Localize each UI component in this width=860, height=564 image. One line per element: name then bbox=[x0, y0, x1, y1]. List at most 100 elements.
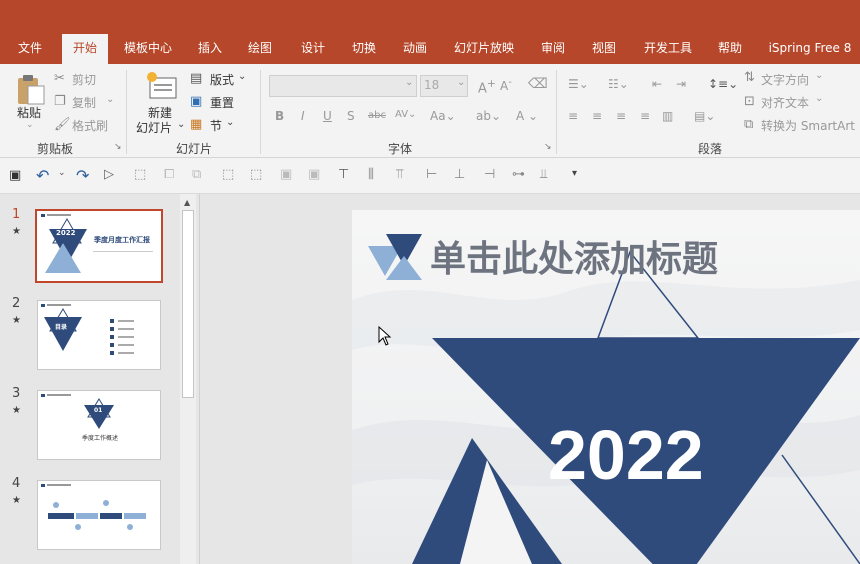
slide-thumbnail-2[interactable]: 目录 bbox=[37, 300, 161, 370]
change-case-icon[interactable]: Aa⌄ bbox=[430, 109, 456, 123]
slide-canvas[interactable]: 单击此处添加标题 2022 bbox=[352, 210, 860, 564]
layout-button[interactable]: 版式 bbox=[210, 71, 234, 88]
justify-icon[interactable]: ≡ bbox=[640, 109, 650, 123]
tab-draw[interactable]: 绘图 bbox=[240, 34, 280, 64]
underline-icon[interactable]: U bbox=[323, 109, 332, 123]
font-size-chevron-icon[interactable]: ⌄ bbox=[457, 77, 465, 88]
italic-icon[interactable]: I bbox=[301, 109, 305, 123]
slide-year[interactable]: 2022 bbox=[548, 420, 704, 490]
ungroup-icon[interactable]: ⧉ bbox=[192, 167, 201, 182]
tab-insert[interactable]: 插入 bbox=[190, 34, 230, 64]
font-color-icon[interactable]: A ⌄ bbox=[516, 109, 538, 123]
bullets-icon[interactable]: ☰⌄ bbox=[568, 77, 589, 91]
increase-indent-icon[interactable]: ⇥ bbox=[676, 77, 686, 91]
tab-home[interactable]: 开始 bbox=[62, 34, 108, 64]
font-name-combobox[interactable] bbox=[269, 75, 417, 97]
align-text-button[interactable]: 对齐文本 bbox=[761, 94, 809, 111]
tab-developer[interactable]: 开发工具 bbox=[636, 34, 700, 64]
thumbnail-label: 01 bbox=[94, 407, 103, 414]
bold-icon[interactable]: B bbox=[275, 109, 284, 123]
customize-qat-icon[interactable]: ▾ bbox=[572, 168, 577, 179]
smartart-button[interactable]: 转换为 SmartArt bbox=[761, 117, 855, 134]
line-spacing-icon[interactable]: ↕≡⌄ bbox=[708, 77, 738, 91]
copy-button[interactable]: 复制 bbox=[72, 94, 96, 111]
font-launcher-icon[interactable]: ↘ bbox=[544, 142, 552, 152]
section-button[interactable]: 节 bbox=[210, 117, 222, 134]
font-size-value: 18 bbox=[424, 78, 440, 92]
scroll-thumb[interactable] bbox=[182, 210, 194, 398]
scroll-up-icon[interactable]: ▲ bbox=[184, 198, 190, 207]
send-backward-icon[interactable]: ▣ bbox=[308, 167, 320, 182]
decrease-font-icon[interactable]: A- bbox=[500, 77, 512, 93]
align-text-chevron-icon[interactable]: ⌄ bbox=[815, 93, 823, 104]
start-from-beginning-icon[interactable]: ▷ bbox=[104, 167, 114, 182]
decrease-indent-icon[interactable]: ⇤ bbox=[652, 77, 662, 91]
columns-icon[interactable]: ▤⌄ bbox=[694, 109, 715, 123]
tab-transitions[interactable]: 切换 bbox=[344, 34, 384, 64]
copy-chevron-icon[interactable]: ⌄ bbox=[106, 94, 114, 105]
select-icon[interactable]: ⬚ bbox=[134, 167, 146, 182]
slide-thumbnail-4[interactable] bbox=[37, 480, 161, 550]
align-right-icon[interactable]: ≡ bbox=[616, 109, 626, 123]
crop-icon[interactable]: ⬚ bbox=[222, 167, 234, 182]
bring-forward-icon[interactable]: ▣ bbox=[280, 167, 292, 182]
paste-icon[interactable] bbox=[14, 72, 46, 106]
numbering-icon[interactable]: ☷⌄ bbox=[608, 77, 629, 91]
tab-design[interactable]: 设计 bbox=[293, 34, 333, 64]
animation-star-icon: ★ bbox=[12, 495, 21, 506]
undo-icon[interactable]: ↶ bbox=[36, 166, 49, 185]
slide-number: 3 bbox=[12, 386, 21, 401]
presenter-icon[interactable]: ⊤ bbox=[338, 167, 349, 182]
align-center-objects-icon[interactable]: ⊥ bbox=[454, 167, 465, 182]
align-right-objects-icon[interactable]: ⊣ bbox=[484, 167, 495, 182]
paste-chevron-icon[interactable]: ⌄ bbox=[26, 120, 34, 130]
character-spacing-icon[interactable]: AV⌄ bbox=[395, 109, 416, 120]
strikethrough-icon[interactable]: abc bbox=[368, 110, 386, 121]
tab-help[interactable]: 帮助 bbox=[710, 34, 750, 64]
paste-button-label[interactable]: 粘贴 bbox=[17, 104, 41, 121]
tab-template-center[interactable]: 模板中心 bbox=[116, 34, 180, 64]
align-middle-icon[interactable]: ⊶ bbox=[512, 167, 525, 182]
highlight-icon[interactable]: ab⌄ bbox=[476, 109, 501, 123]
tab-animations[interactable]: 动画 bbox=[395, 34, 435, 64]
new-slide-icon[interactable] bbox=[144, 70, 178, 102]
cut-button[interactable]: 剪切 bbox=[72, 71, 96, 88]
tab-ispring[interactable]: iSpring Free 8 bbox=[762, 34, 858, 64]
shadow-icon[interactable]: S bbox=[347, 109, 355, 123]
save-icon[interactable]: ▣ bbox=[9, 168, 21, 183]
font-name-chevron-icon[interactable]: ⌄ bbox=[405, 77, 413, 88]
align-center-icon[interactable]: ≡ bbox=[592, 109, 602, 123]
redo-icon[interactable]: ↷ bbox=[76, 166, 89, 185]
new-slide-chevron-icon[interactable]: ⌄ bbox=[177, 119, 185, 130]
align-left-objects-icon[interactable]: ⊢ bbox=[426, 167, 437, 182]
copy-icon: ❐ bbox=[54, 94, 66, 109]
group-icon[interactable]: ⧠ bbox=[164, 167, 174, 182]
text-direction-button[interactable]: 文字方向 bbox=[761, 71, 809, 88]
new-slide-label-2[interactable]: 幻灯片 bbox=[136, 119, 172, 136]
align-left-icon[interactable]: ≡ bbox=[568, 109, 578, 123]
tab-file[interactable]: 文件 bbox=[8, 34, 52, 64]
layout-chevron-icon[interactable]: ⌄ bbox=[238, 71, 246, 82]
align-bottom-icon[interactable]: ⫫ bbox=[540, 167, 547, 182]
resize-icon[interactable]: ⬚ bbox=[250, 167, 262, 182]
clipboard-launcher-icon[interactable]: ↘ bbox=[114, 142, 122, 152]
animation-star-icon: ★ bbox=[12, 226, 21, 237]
text-direction-chevron-icon[interactable]: ⌄ bbox=[815, 70, 823, 81]
section-chevron-icon[interactable]: ⌄ bbox=[226, 117, 234, 128]
undo-chevron-icon[interactable]: ⌄ bbox=[58, 168, 66, 178]
align-objects-icon[interactable]: ⫼ bbox=[368, 167, 374, 182]
thumbnail-scrollbar[interactable]: ▲ bbox=[180, 194, 196, 564]
increase-font-icon[interactable]: A+ bbox=[478, 77, 496, 96]
tab-slideshow[interactable]: 幻灯片放映 bbox=[448, 34, 520, 64]
reset-button[interactable]: 重置 bbox=[210, 94, 234, 111]
clear-formatting-icon[interactable]: ⌫ bbox=[528, 76, 548, 92]
slide-thumbnail-1[interactable]: 2022 季度月度工作汇报 bbox=[35, 209, 163, 283]
align-top-icon[interactable]: ⫪ bbox=[396, 167, 403, 182]
format-painter-button[interactable]: 格式刷 bbox=[72, 117, 108, 134]
slide-title-placeholder[interactable]: 单击此处添加标题 bbox=[430, 230, 718, 282]
slide-thumbnail-3[interactable]: 01 季度工作概述 bbox=[37, 390, 161, 460]
distributed-icon[interactable]: ▥ bbox=[662, 109, 673, 123]
slide-logo-triangles bbox=[368, 234, 422, 280]
tab-view[interactable]: 视图 bbox=[584, 34, 624, 64]
tab-review[interactable]: 审阅 bbox=[533, 34, 573, 64]
